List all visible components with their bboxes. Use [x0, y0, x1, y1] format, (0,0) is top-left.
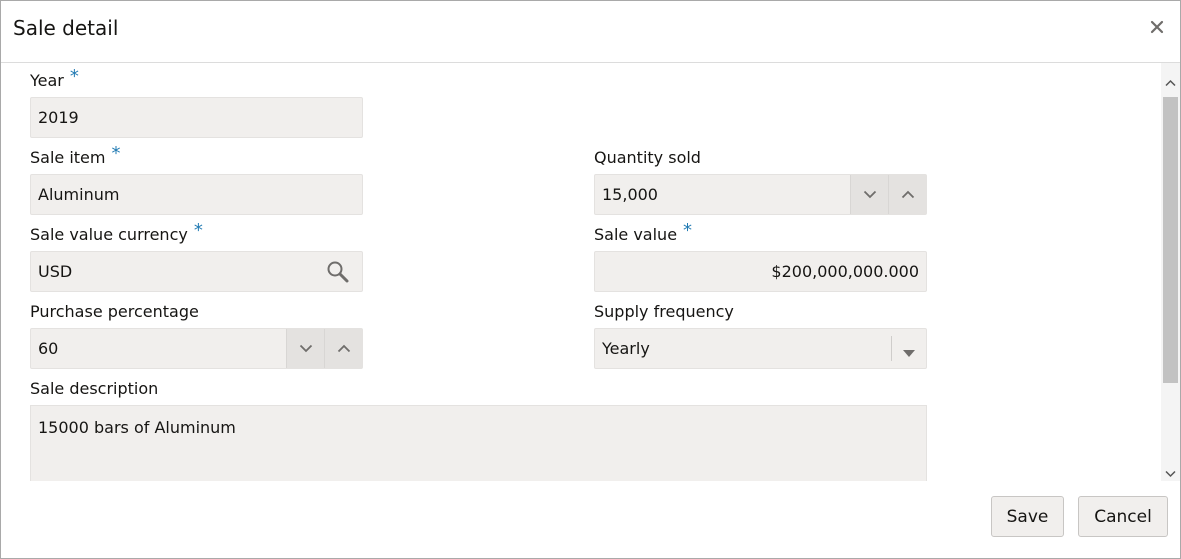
scroll-up-icon[interactable] [1165, 72, 1176, 87]
dialog-header: Sale detail [1, 1, 1180, 63]
required-marker: * [69, 66, 79, 87]
sale-value-field[interactable]: $200,000,000.000 [594, 251, 927, 292]
chevron-up-icon[interactable] [324, 329, 362, 368]
year-field[interactable]: 2019 [30, 97, 363, 138]
supply-frequency-value: Yearly [602, 339, 650, 358]
purchase-percentage-label-text: Purchase percentage [30, 302, 199, 321]
vertical-scrollbar[interactable] [1161, 63, 1180, 481]
year-value: 2019 [38, 108, 79, 127]
save-button[interactable]: Save [991, 496, 1064, 537]
sale-value-currency-value: USD [38, 262, 73, 281]
sale-value-currency-label-text: Sale value currency [30, 225, 188, 244]
required-marker: * [111, 143, 121, 164]
quantity-sold-label: Quantity sold [594, 148, 701, 168]
dialog-body: Year * 2019 Sale item * Aluminum Quantity … [1, 63, 1180, 481]
sale-description-label-text: Sale description [30, 379, 159, 398]
scrollbar-thumb[interactable] [1163, 97, 1178, 383]
purchase-percentage-stepper[interactable]: 60 [30, 328, 363, 369]
sale-item-label-text: Sale item [30, 148, 106, 167]
required-marker: * [193, 220, 203, 241]
sale-value-label-text: Sale value [594, 225, 678, 244]
quantity-sold-stepper[interactable]: 15,000 [594, 174, 927, 215]
dialog-title: Sale detail [13, 16, 119, 40]
sale-item-label: Sale item * [30, 144, 120, 168]
purchase-percentage-spin-buttons [286, 329, 362, 368]
supply-frequency-select[interactable]: Yearly [594, 328, 927, 369]
dropdown-arrow-icon[interactable] [902, 343, 916, 357]
sale-item-value: Aluminum [38, 185, 120, 204]
sale-value-value: $200,000,000.000 [771, 262, 919, 281]
sale-detail-dialog: Sale detail Year * 2019 Sale item * Alumin… [0, 0, 1181, 559]
sale-value-label: Sale value * [594, 221, 692, 245]
year-label-text: Year [30, 71, 64, 90]
quantity-sold-value: 15,000 [602, 185, 658, 204]
year-label: Year * [30, 67, 79, 91]
sale-value-currency-field[interactable]: USD [30, 251, 363, 292]
purchase-percentage-label: Purchase percentage [30, 302, 199, 322]
sale-description-label: Sale description [30, 379, 158, 399]
supply-frequency-label: Supply frequency [594, 302, 734, 322]
search-icon[interactable] [326, 260, 352, 284]
sale-description-value: 15000 bars of Aluminum [38, 418, 236, 437]
chevron-down-icon[interactable] [850, 175, 888, 214]
purchase-percentage-value: 60 [38, 339, 59, 358]
select-divider [891, 336, 892, 361]
chevron-up-icon[interactable] [888, 175, 926, 214]
required-marker: * [683, 220, 693, 241]
sale-item-field[interactable]: Aluminum [30, 174, 363, 215]
supply-frequency-label-text: Supply frequency [594, 302, 734, 321]
quantity-sold-label-text: Quantity sold [594, 148, 701, 167]
sale-value-currency-label: Sale value currency * [30, 221, 203, 245]
scroll-down-icon[interactable] [1165, 463, 1176, 478]
dialog-footer: Save Cancel [1, 481, 1180, 558]
chevron-down-icon[interactable] [286, 329, 324, 368]
sale-description-textarea[interactable]: 15000 bars of Aluminum [30, 405, 927, 481]
cancel-button[interactable]: Cancel [1078, 496, 1168, 537]
quantity-sold-spin-buttons [850, 175, 926, 214]
close-icon[interactable] [1146, 16, 1168, 38]
